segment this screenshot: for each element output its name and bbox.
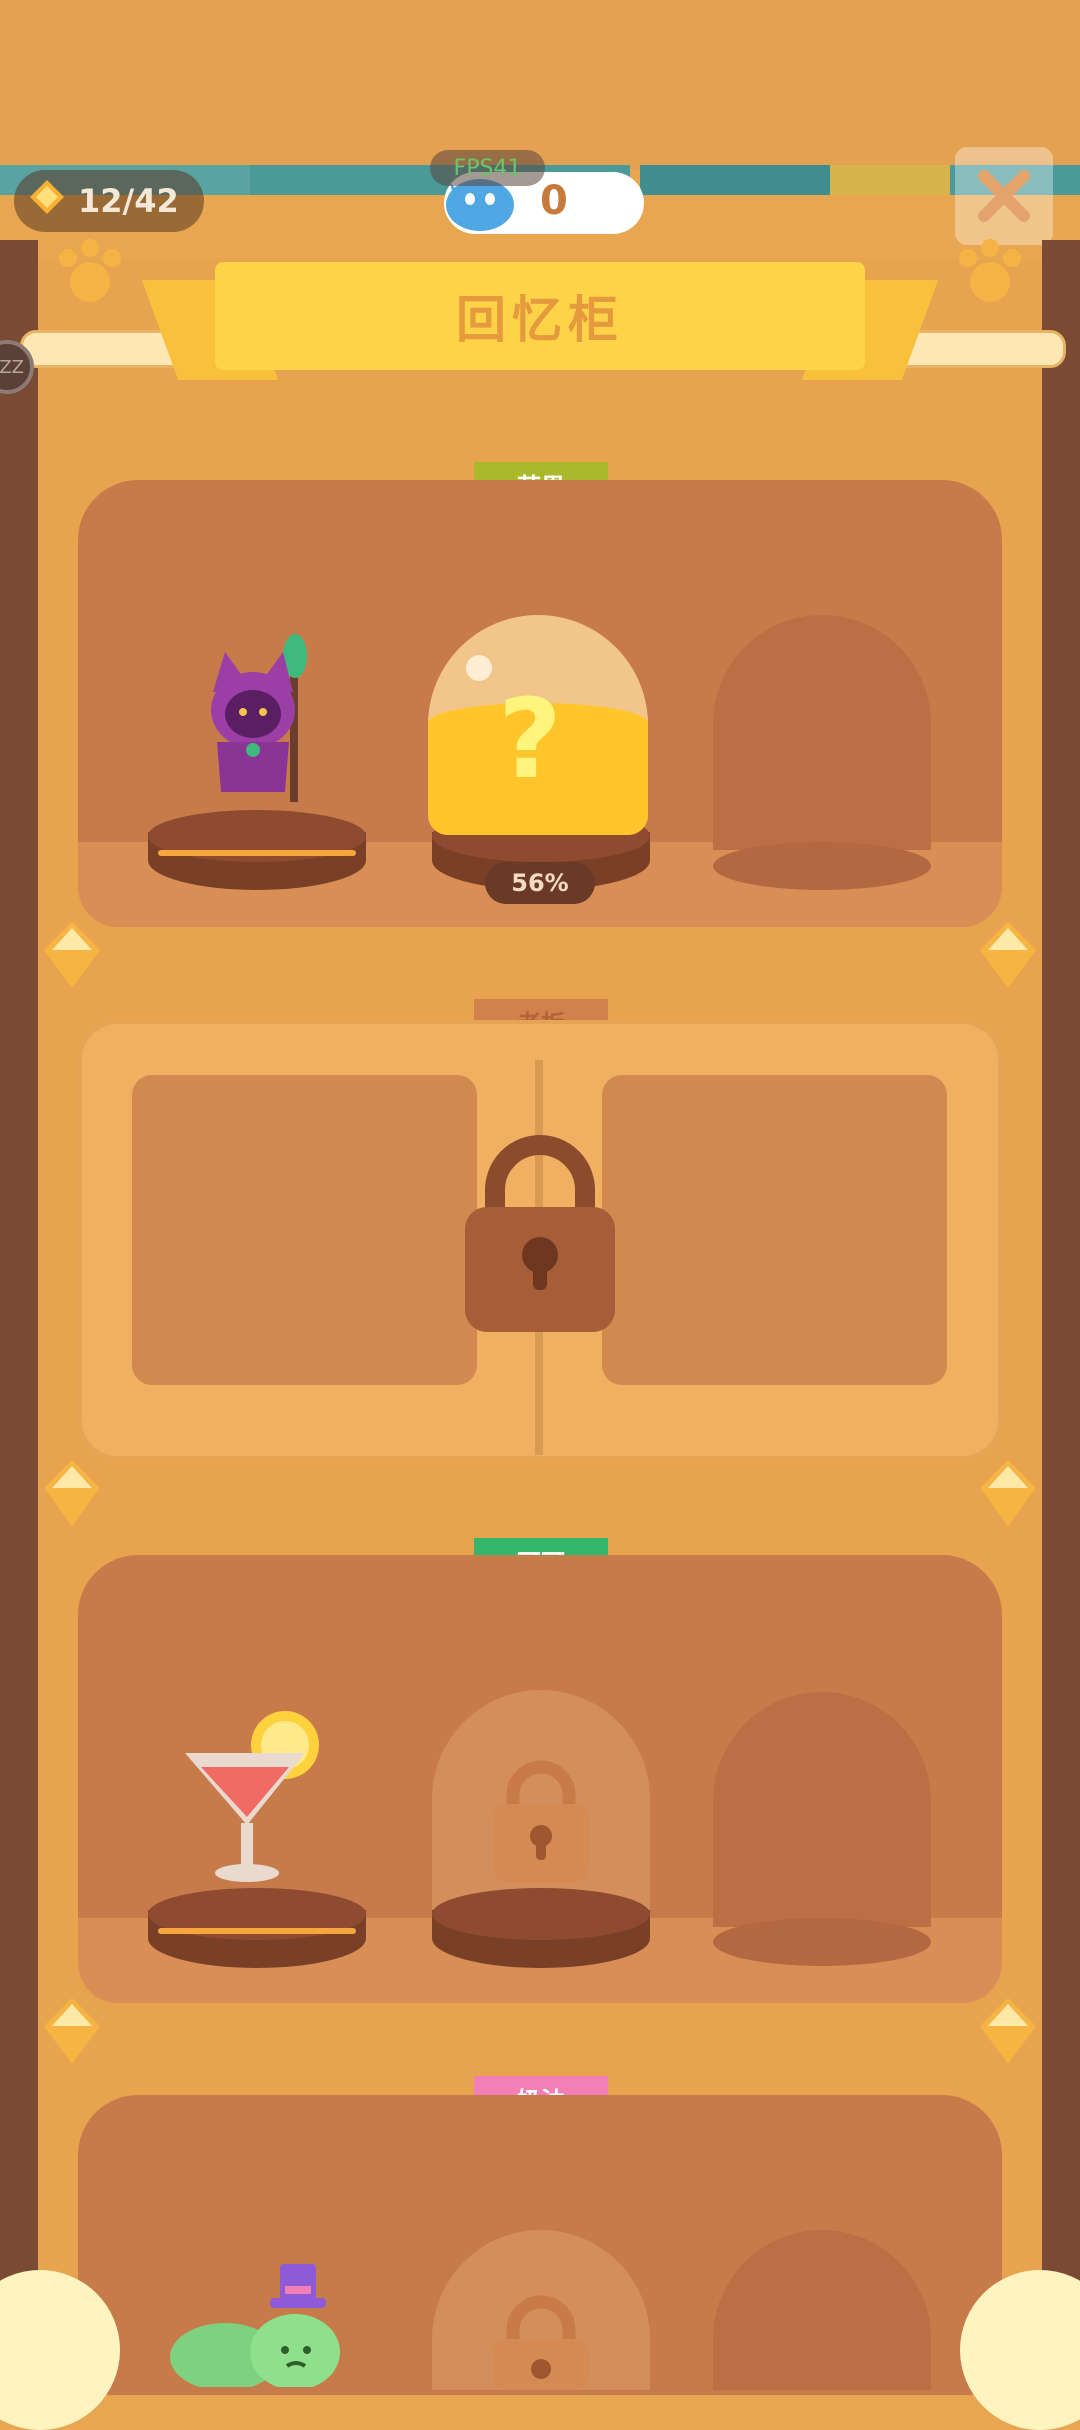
pedestal — [432, 1888, 650, 1968]
mystery-jar[interactable]: ? — [428, 615, 648, 835]
lock-icon — [493, 2295, 589, 2394]
stripe — [830, 165, 950, 195]
glass-door-right — [602, 1075, 947, 1385]
diamond-icon — [42, 1996, 102, 2066]
cabinet-right-wall — [1042, 240, 1080, 2387]
cocktail-item[interactable] — [175, 1705, 335, 1889]
diamond-icon — [42, 1458, 102, 1528]
currency-value: 0 — [540, 178, 568, 224]
empty-slot-shadow — [713, 1918, 931, 1966]
diamond-icon — [978, 1458, 1038, 1528]
empty-slot — [713, 615, 931, 850]
question-mark-icon: ? — [498, 675, 562, 803]
glass-door-left — [132, 1075, 477, 1385]
pedestal — [148, 1888, 366, 1968]
gem-icon — [28, 178, 66, 224]
fps-counter: FPS41 — [430, 150, 545, 186]
pedestal — [148, 810, 366, 890]
paw-icon — [950, 230, 1030, 314]
caterpillar-figure[interactable] — [165, 2262, 355, 2391]
diamond-icon — [978, 1996, 1038, 2066]
wizard-cat-figure[interactable] — [195, 632, 325, 816]
unlock-progress: 56% — [485, 862, 595, 904]
collection-count-text: 12/42 — [78, 182, 179, 220]
diamond-icon — [42, 920, 102, 990]
page-title: 回忆柜 — [215, 262, 865, 370]
collection-counter: 12/42 — [14, 170, 204, 232]
empty-slot — [713, 1692, 931, 1927]
stripe — [640, 165, 830, 195]
top-band — [0, 0, 1080, 170]
cabinet-left-wall — [0, 240, 38, 2387]
lock-icon — [493, 1760, 589, 1889]
lock-icon — [465, 1135, 615, 1339]
close-icon — [978, 170, 1030, 222]
diamond-icon — [978, 920, 1038, 990]
paw-icon — [50, 230, 130, 314]
empty-slot-shadow — [713, 842, 931, 890]
